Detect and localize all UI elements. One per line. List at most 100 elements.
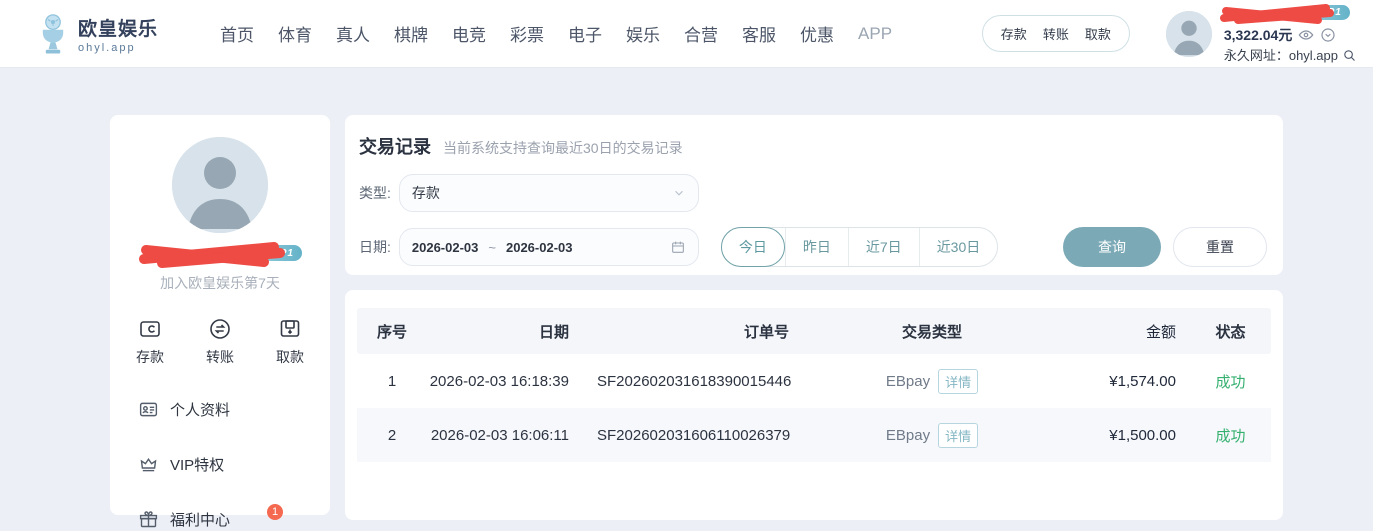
nav-item-home[interactable]: 首页 <box>220 21 254 46</box>
menu-item-label: 个人资料 <box>170 399 230 420</box>
date-from-value: 2026-02-03 <box>412 240 479 255</box>
quick-action-withdraw[interactable]: 取款 <box>276 317 304 367</box>
nav-item-lottery[interactable]: 彩票 <box>510 21 544 46</box>
user-avatar[interactable] <box>1166 11 1212 57</box>
user-meta: VIP1 3,322.04元 <box>1224 5 1357 63</box>
quick-action-label: 取款 <box>276 347 304 367</box>
nav-item-esports[interactable]: 电竞 <box>452 21 486 46</box>
quick-action-label: 转账 <box>206 347 234 367</box>
username-line: VIP1 <box>110 241 330 267</box>
range-7days-button[interactable]: 近7日 <box>848 228 919 266</box>
logo-title: 欧皇娱乐 <box>78 14 158 41</box>
col-header-amount: 金额 <box>1027 321 1190 342</box>
row-status: 成功 <box>1190 371 1271 392</box>
detail-button[interactable]: 详情 <box>938 369 978 394</box>
search-icon[interactable] <box>1342 48 1357 63</box>
transfer-link[interactable]: 转账 <box>1043 24 1069 43</box>
eye-icon[interactable] <box>1298 27 1314 43</box>
crown-icon <box>138 454 159 475</box>
col-header-index: 序号 <box>357 321 427 342</box>
nav-item-promo[interactable]: 优惠 <box>800 21 834 46</box>
nav-item-app[interactable]: APP <box>858 24 892 44</box>
withdraw-icon <box>278 317 302 341</box>
row-datetime: 2026-02-03 16:18:39 <box>427 373 587 390</box>
reset-button[interactable]: 重置 <box>1173 227 1267 267</box>
row-type-cell: EBpay 详情 <box>837 369 1027 394</box>
wallet-icon <box>138 317 162 341</box>
sidebar-menu: 个人资料 VIP特权 福利中心 1 <box>110 397 330 531</box>
col-header-status: 状态 <box>1190 321 1271 342</box>
calendar-icon <box>670 239 686 255</box>
quick-action-transfer[interactable]: 转账 <box>206 317 234 367</box>
withdraw-link[interactable]: 取款 <box>1085 24 1111 43</box>
id-card-icon <box>138 399 159 420</box>
row-type-cell: EBpay 详情 <box>837 423 1027 448</box>
quick-action-deposit[interactable]: 存款 <box>136 317 164 367</box>
logo-text: 欧皇娱乐 ohyl.app <box>78 14 158 54</box>
row-datetime: 2026-02-03 16:06:11 <box>427 427 587 444</box>
vip-badge: VIP1 <box>1308 5 1350 20</box>
notification-badge: 1 <box>267 504 283 520</box>
table-row: 1 2026-02-03 16:18:39 SF2026020316183900… <box>357 354 1271 408</box>
table-row: 2 2026-02-03 16:06:11 SF2026020316061100… <box>357 408 1271 462</box>
topbar-right: 存款 转账 取款 VIP1 <box>982 5 1357 63</box>
transfer-icon <box>208 317 232 341</box>
menu-item-profile[interactable]: 个人资料 <box>110 397 330 421</box>
date-to-value: 2026-02-03 <box>506 240 573 255</box>
vip-badge: VIP1 <box>260 245 302 261</box>
quick-actions: 存款 转账 取款 <box>110 317 330 367</box>
range-30days-button[interactable]: 近30日 <box>919 228 998 266</box>
row-amount: ¥1,574.00 <box>1027 373 1190 390</box>
page-title: 交易记录 <box>359 133 431 159</box>
row-amount: ¥1,500.00 <box>1027 427 1190 444</box>
chevron-down-circle-icon[interactable] <box>1320 27 1336 43</box>
payment-type: EBpay <box>886 373 930 390</box>
nav-item-live[interactable]: 真人 <box>336 21 370 46</box>
date-filter-row: 日期: 2026-02-03 ~ 2026-02-03 今日 昨日 近7日 近3… <box>359 227 1267 267</box>
nav-item-cards[interactable]: 棋牌 <box>394 21 428 46</box>
col-header-date: 日期 <box>427 321 587 342</box>
date-range-input[interactable]: 2026-02-03 ~ 2026-02-03 <box>399 228 699 266</box>
menu-item-label: 福利中心 <box>170 509 230 530</box>
date-quick-ranges: 今日 昨日 近7日 近30日 <box>721 227 998 267</box>
range-yesterday-button[interactable]: 昨日 <box>785 228 848 266</box>
menu-item-welfare[interactable]: 福利中心 1 <box>110 507 330 531</box>
join-days-text: 加入欧皇娱乐第7天 <box>110 273 330 293</box>
nav-item-slots[interactable]: 电子 <box>568 21 602 46</box>
site-url-line: 永久网址：ohyl.app <box>1224 48 1357 63</box>
chevron-down-icon <box>672 186 686 200</box>
nav-item-entertainment[interactable]: 娱乐 <box>626 21 660 46</box>
nav-item-sports[interactable]: 体育 <box>278 21 312 46</box>
page-subtitle: 当前系统支持查询最近30日的交易记录 <box>443 138 683 158</box>
type-select[interactable]: 存款 <box>399 174 699 212</box>
detail-button[interactable]: 详情 <box>938 423 978 448</box>
nav-item-partner[interactable]: 合营 <box>684 21 718 46</box>
type-select-value: 存款 <box>412 183 440 203</box>
col-header-type: 交易类型 <box>837 321 1027 342</box>
panel-title-row: 交易记录 当前系统支持查询最近30日的交易记录 <box>359 133 1267 159</box>
username-line: VIP1 <box>1224 5 1350 23</box>
user-panel: VIP1 加入欧皇娱乐第7天 存款 <box>110 115 330 515</box>
row-index: 1 <box>357 373 427 390</box>
nav-item-service[interactable]: 客服 <box>742 21 776 46</box>
transaction-filter-panel: 交易记录 当前系统支持查询最近30日的交易记录 类型: 存款 日期: 2026-… <box>345 115 1283 275</box>
balance-line: 3,322.04元 <box>1224 27 1357 43</box>
profile-avatar <box>172 137 268 233</box>
search-button[interactable]: 查询 <box>1063 227 1161 267</box>
trophy-logo-icon <box>36 13 70 55</box>
date-label: 日期: <box>359 237 391 257</box>
logo-subtitle: ohyl.app <box>78 42 158 54</box>
range-today-button[interactable]: 今日 <box>721 227 785 267</box>
balance-amount: 3,322.04元 <box>1224 28 1293 42</box>
deposit-link[interactable]: 存款 <box>1001 24 1027 43</box>
permanent-url-label: 永久网址：ohyl.app <box>1224 49 1338 62</box>
row-order-no: SF202602031618390015446 <box>587 373 837 390</box>
type-filter-row: 类型: 存款 <box>359 174 1267 212</box>
menu-item-vip[interactable]: VIP特权 <box>110 452 330 476</box>
type-label: 类型: <box>359 183 391 203</box>
top-navbar: 欧皇娱乐 ohyl.app 首页 体育 真人 棋牌 电竞 彩票 电子 娱乐 合营… <box>0 0 1373 68</box>
col-header-order: 订单号 <box>587 321 837 342</box>
filter-actions: 查询 重置 <box>1063 227 1267 267</box>
date-separator: ~ <box>488 240 496 255</box>
site-logo[interactable]: 欧皇娱乐 ohyl.app <box>36 13 158 55</box>
